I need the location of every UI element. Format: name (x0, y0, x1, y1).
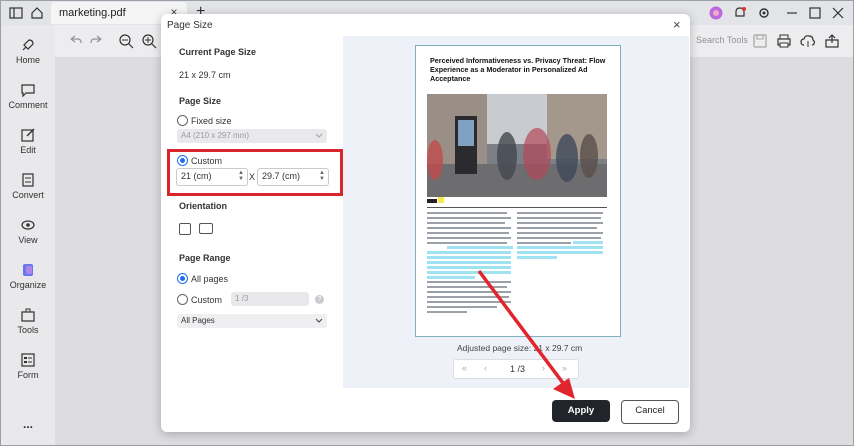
app-window: marketing.pdf × + Home Comment Edit Conv… (0, 0, 854, 446)
annotation-arrow (477, 269, 575, 399)
